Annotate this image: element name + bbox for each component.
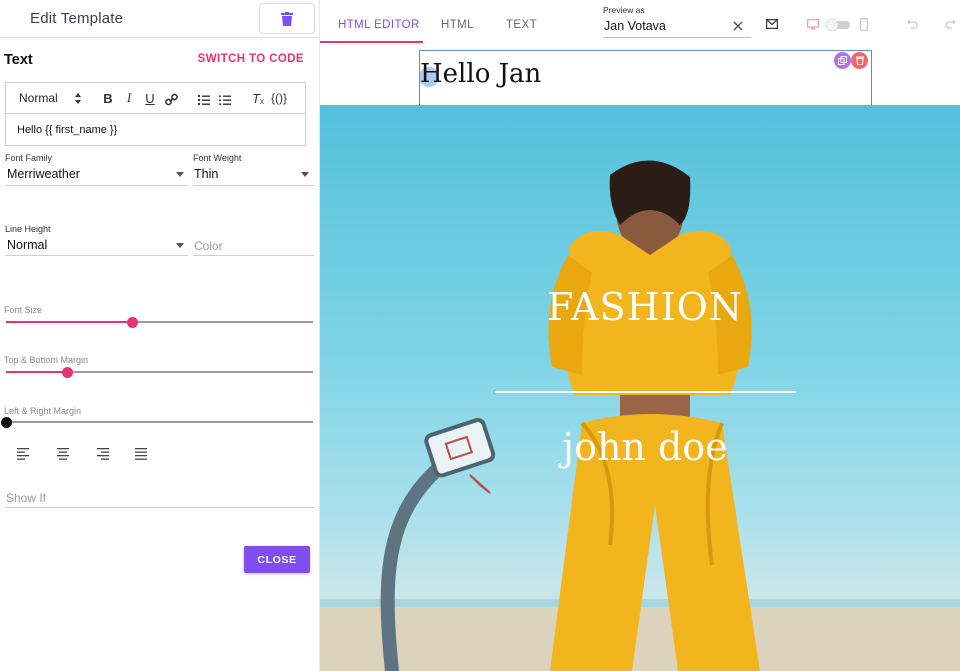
font-family-dropdown-icon[interactable] — [176, 172, 184, 177]
switch-to-code-button[interactable]: SWITCH TO CODE — [198, 53, 304, 65]
top-bottom-margin-slider[interactable] — [6, 366, 313, 378]
tab-html[interactable]: HTML — [441, 19, 474, 31]
top-bottom-margin-label: Top & Bottom Margin — [4, 355, 89, 365]
trash-small-icon — [855, 56, 864, 65]
rich-text-editor: Normal B I U Tx {()} Hello {{ first_name… — [5, 82, 306, 146]
duplicate-block-button[interactable] — [834, 52, 851, 69]
undo-icon[interactable] — [906, 19, 918, 30]
variable-icon[interactable]: {()} — [270, 90, 288, 106]
clear-icon[interactable] — [733, 21, 743, 31]
editor-toolbar: Normal B I U Tx {()} — [6, 83, 305, 114]
underline-icon[interactable]: U — [144, 90, 156, 106]
preview-as-label: Preview as — [603, 5, 645, 15]
font-family-select[interactable]: Merriweather — [7, 167, 80, 181]
hero-image[interactable]: FASHION john doe — [320, 105, 960, 671]
preview-as-underline — [603, 37, 751, 38]
font-size-slider-fill — [6, 321, 132, 323]
tab-text[interactable]: TEXT — [506, 19, 537, 31]
line-height-select[interactable]: Normal — [7, 238, 47, 252]
format-select[interactable]: Normal — [19, 91, 58, 105]
panel-header: Edit Template — [0, 0, 320, 38]
font-size-slider-thumb[interactable] — [126, 316, 138, 328]
font-size-label: Font Size — [4, 305, 43, 315]
left-right-margin-slider-thumb[interactable] — [0, 416, 12, 428]
redo-icon[interactable] — [945, 19, 957, 30]
top-bottom-margin-slider-thumb[interactable] — [61, 366, 73, 378]
editor-content[interactable]: Hello {{ first_name }} — [17, 124, 117, 136]
align-left-icon[interactable] — [17, 448, 31, 460]
active-tab-indicator — [320, 41, 423, 43]
tab-html-editor[interactable]: HTML EDITOR — [338, 19, 420, 31]
panel-title: Edit Template — [30, 10, 124, 27]
font-family-underline — [5, 185, 188, 186]
hero-illustration — [320, 160, 960, 671]
trash-icon — [281, 11, 293, 26]
font-weight-underline — [193, 185, 314, 186]
color-underline — [193, 255, 314, 256]
top-bottom-margin-slider-fill — [6, 371, 67, 373]
line-height-dropdown-icon[interactable] — [176, 243, 184, 248]
device-toggle[interactable] — [824, 18, 854, 32]
edit-panel: Edit Template Text SWITCH TO CODE Normal… — [0, 0, 320, 671]
duplicate-icon — [838, 56, 847, 65]
align-right-icon[interactable] — [95, 448, 109, 460]
delete-block-button[interactable] — [851, 52, 868, 69]
line-height-underline — [5, 255, 188, 256]
italic-icon[interactable]: I — [124, 90, 134, 106]
align-justify-icon[interactable] — [134, 448, 148, 460]
align-center-icon[interactable] — [56, 448, 70, 460]
left-right-margin-slider[interactable] — [0, 416, 313, 428]
hero-subtitle[interactable]: john doe — [320, 425, 960, 469]
ordered-list-icon[interactable] — [198, 92, 210, 108]
font-weight-select[interactable]: Thin — [194, 167, 218, 181]
font-size-slider[interactable] — [6, 316, 313, 328]
hello-text-block[interactable]: Hello Jan — [420, 59, 541, 89]
bullet-list-icon[interactable] — [219, 92, 231, 108]
mobile-icon[interactable] — [860, 18, 868, 31]
section-title: Text — [4, 52, 33, 68]
preview-as-input[interactable]: Jan Votava — [604, 19, 666, 33]
hero-title[interactable]: FASHION — [320, 285, 960, 329]
delete-button[interactable] — [259, 3, 315, 34]
preview-area: HTML EDITOR HTML TEXT Preview as Jan Vot… — [320, 0, 960, 671]
clear-format-icon[interactable]: Tx — [252, 90, 264, 106]
link-icon[interactable] — [165, 92, 178, 108]
line-height-label: Line Height — [5, 224, 51, 234]
color-input[interactable]: Color — [194, 239, 223, 253]
desktop-icon[interactable] — [807, 19, 819, 30]
font-family-label: Font Family — [5, 153, 53, 163]
left-right-margin-label: Left & Right Margin — [4, 406, 82, 416]
font-weight-label: Font Weight — [193, 153, 242, 163]
close-button[interactable]: CLOSE — [244, 546, 310, 573]
email-icon[interactable] — [766, 19, 778, 29]
bold-icon[interactable]: B — [102, 90, 114, 106]
format-select-caret-icon[interactable] — [75, 93, 81, 105]
hero-divider — [495, 391, 796, 393]
show-if-input[interactable]: Show If — [6, 491, 46, 505]
font-weight-dropdown-icon[interactable] — [301, 172, 309, 177]
show-if-underline — [5, 507, 314, 508]
